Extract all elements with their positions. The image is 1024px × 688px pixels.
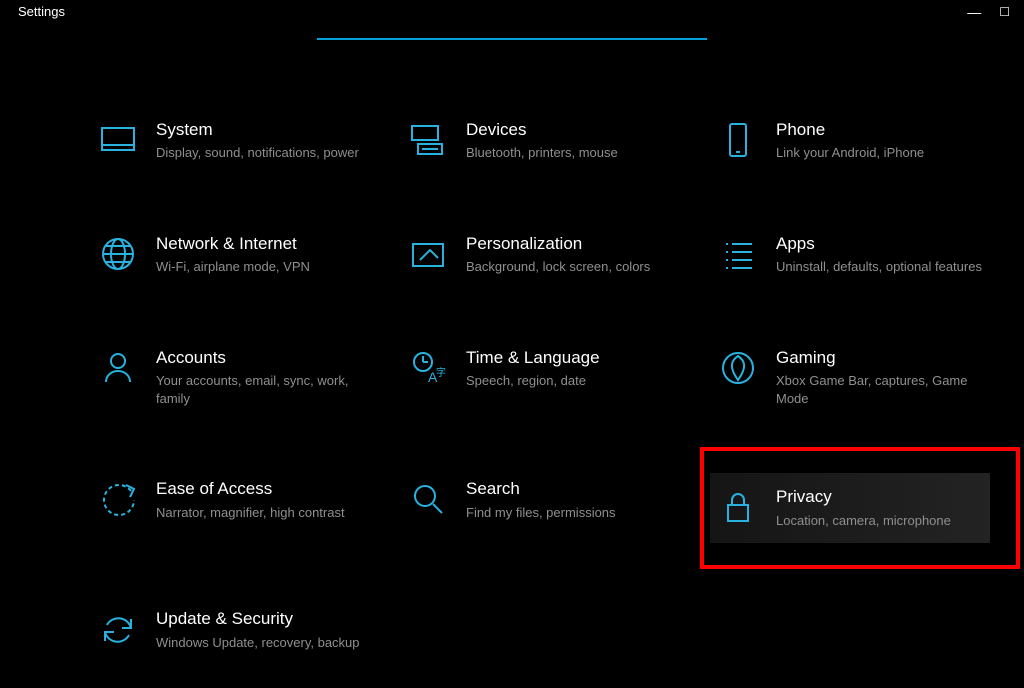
system-icon <box>98 120 138 160</box>
tile-desc: Speech, region, date <box>466 372 600 390</box>
tile-title: Accounts <box>156 348 362 368</box>
settings-home: System Display, sound, notifications, po… <box>0 44 1024 657</box>
tile-update-security[interactable]: Update & Security Windows Update, recove… <box>90 603 370 657</box>
svg-text:字: 字 <box>436 366 446 379</box>
highlight-box: Privacy Location, camera, microphone <box>710 473 1010 543</box>
minimize-button[interactable]: — <box>967 4 981 20</box>
tile-time-language[interactable]: A字 Time & Language Speech, region, date <box>400 342 680 413</box>
tile-title: Apps <box>776 234 982 254</box>
tile-title: Time & Language <box>466 348 600 368</box>
tile-gaming[interactable]: Gaming Xbox Game Bar, captures, Game Mod… <box>710 342 990 413</box>
search-icon <box>408 479 448 519</box>
tile-title: Devices <box>466 120 618 140</box>
tile-desc: Wi-Fi, airplane mode, VPN <box>156 258 310 276</box>
tile-privacy[interactable]: Privacy Location, camera, microphone <box>710 473 990 543</box>
tile-accounts[interactable]: Accounts Your accounts, email, sync, wor… <box>90 342 370 413</box>
apps-icon <box>718 234 758 274</box>
tile-title: Search <box>466 479 616 499</box>
window-controls: — ☐ <box>967 4 1016 20</box>
tile-apps[interactable]: Apps Uninstall, defaults, optional featu… <box>710 228 990 282</box>
tile-desc: Narrator, magnifier, high contrast <box>156 504 345 522</box>
time-language-icon: A字 <box>408 348 448 388</box>
tile-search[interactable]: Search Find my files, permissions <box>400 473 680 543</box>
tile-desc: Xbox Game Bar, captures, Game Mode <box>776 372 982 407</box>
tile-desc: Bluetooth, printers, mouse <box>466 144 618 162</box>
tile-title: Gaming <box>776 348 982 368</box>
accounts-icon <box>98 348 138 388</box>
tile-desc: Location, camera, microphone <box>776 512 951 530</box>
tile-desc: Find my files, permissions <box>466 504 616 522</box>
personalization-icon <box>408 234 448 274</box>
settings-grid: System Display, sound, notifications, po… <box>90 114 984 657</box>
tile-desc: Background, lock screen, colors <box>466 258 650 276</box>
tile-desc: Uninstall, defaults, optional features <box>776 258 982 276</box>
tile-title: Ease of Access <box>156 479 345 499</box>
tile-desc: Display, sound, notifications, power <box>156 144 359 162</box>
tile-desc: Your accounts, email, sync, work, family <box>156 372 362 407</box>
titlebar: Settings — ☐ <box>0 0 1024 32</box>
tile-title: Network & Internet <box>156 234 310 254</box>
tile-phone[interactable]: Phone Link your Android, iPhone <box>710 114 990 168</box>
update-icon <box>98 609 138 649</box>
tile-ease-of-access[interactable]: Ease of Access Narrator, magnifier, high… <box>90 473 370 543</box>
tile-personalization[interactable]: Personalization Background, lock screen,… <box>400 228 680 282</box>
tile-title: Update & Security <box>156 609 360 629</box>
tile-desc: Link your Android, iPhone <box>776 144 924 162</box>
tile-devices[interactable]: Devices Bluetooth, printers, mouse <box>400 114 680 168</box>
devices-icon <box>408 120 448 160</box>
ease-of-access-icon <box>98 479 138 519</box>
tile-system[interactable]: System Display, sound, notifications, po… <box>90 114 370 168</box>
window-title: Settings <box>18 4 65 19</box>
lock-icon <box>718 487 758 527</box>
tile-title: Phone <box>776 120 924 140</box>
tile-title: System <box>156 120 359 140</box>
maximize-button[interactable]: ☐ <box>999 5 1010 19</box>
phone-icon <box>718 120 758 160</box>
tile-title: Privacy <box>776 487 951 507</box>
tile-network[interactable]: Network & Internet Wi-Fi, airplane mode,… <box>90 228 370 282</box>
tile-desc: Windows Update, recovery, backup <box>156 634 360 652</box>
globe-icon <box>98 234 138 274</box>
gaming-icon <box>718 348 758 388</box>
tile-title: Personalization <box>466 234 650 254</box>
